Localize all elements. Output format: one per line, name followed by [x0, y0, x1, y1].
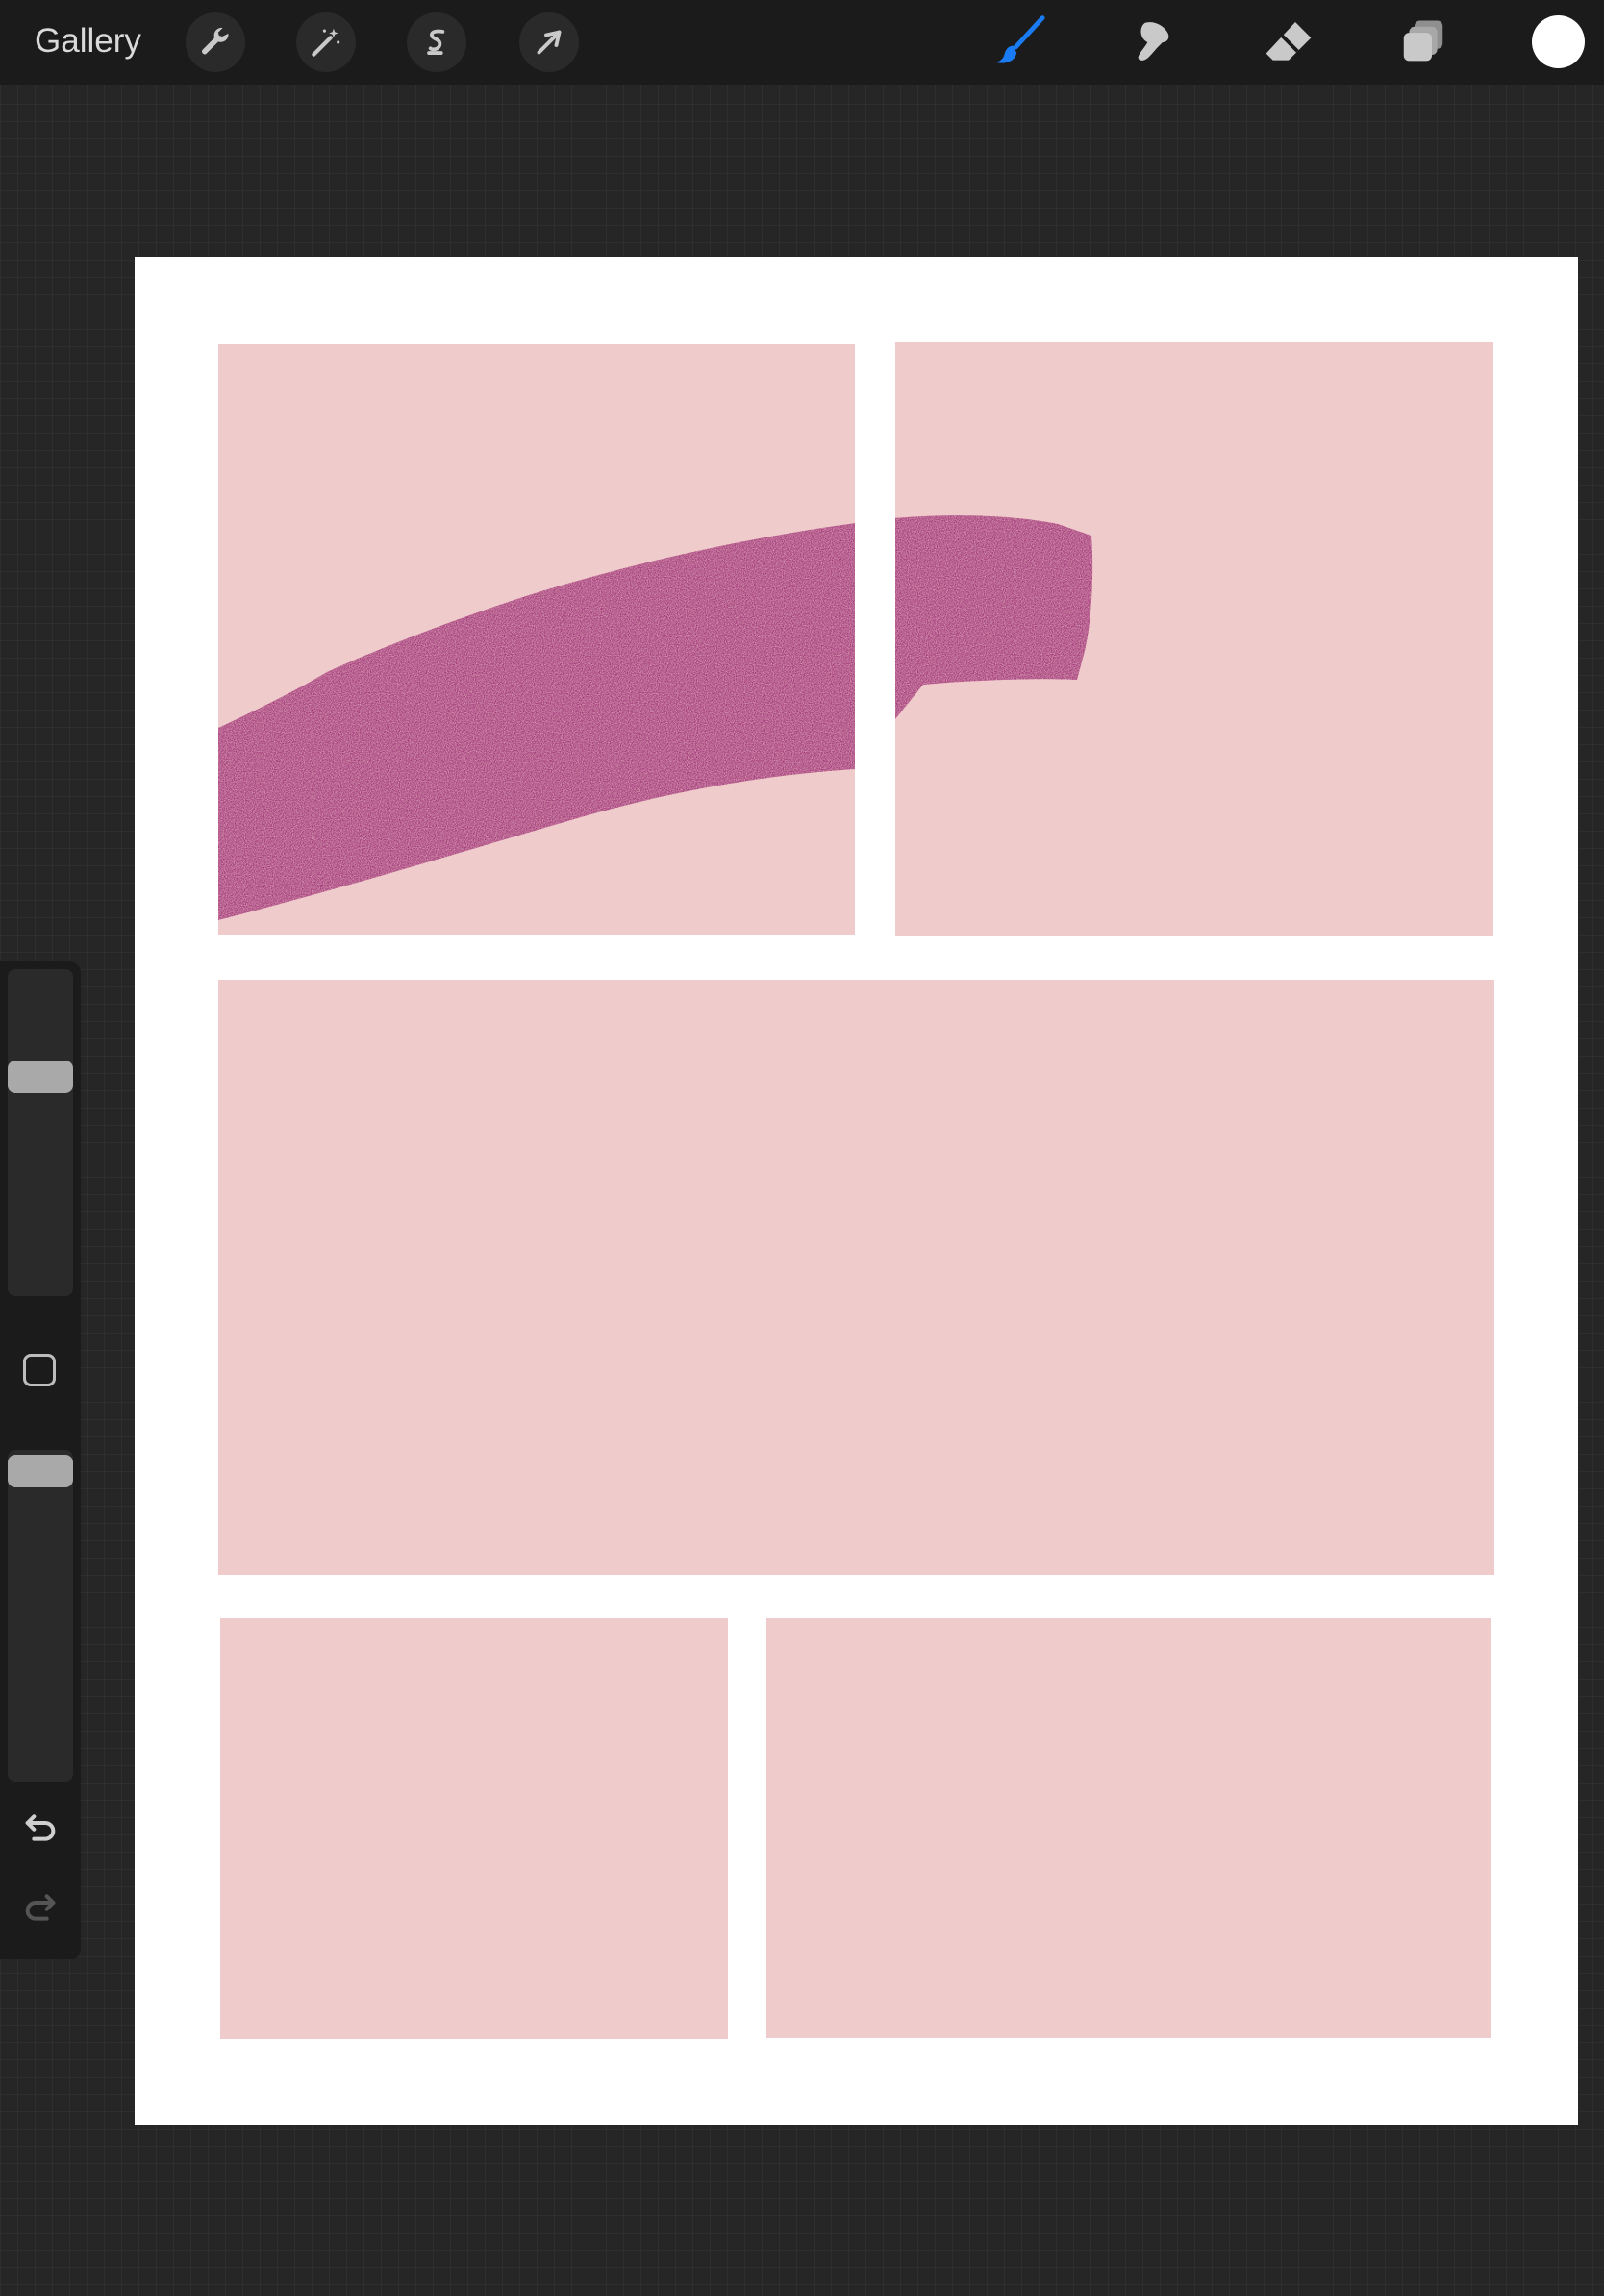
adjustments-button[interactable] — [296, 12, 356, 72]
arrow-cursor-icon — [537, 30, 562, 55]
smudge-button[interactable] — [1125, 13, 1183, 71]
selection-s-icon — [427, 29, 445, 55]
brush-size-thumb[interactable] — [8, 1061, 73, 1093]
comic-panel-top-right[interactable] — [895, 342, 1493, 936]
layers-icon — [1403, 20, 1443, 62]
wrench-icon — [202, 27, 229, 55]
comic-panel-middle[interactable] — [218, 980, 1494, 1575]
paint-brush-button[interactable] — [990, 13, 1048, 71]
brush-size-slider[interactable] — [8, 969, 73, 1296]
opacity-thumb[interactable] — [8, 1455, 73, 1487]
magic-wand-icon — [312, 28, 340, 57]
undo-arrow-icon — [25, 1814, 56, 1841]
top-toolbar: Gallery — [0, 0, 1604, 85]
drawing-canvas[interactable] — [135, 257, 1578, 2125]
smudge-finger-icon — [1138, 22, 1169, 61]
redo-button[interactable] — [17, 1884, 63, 1931]
comic-panel-top-left[interactable] — [218, 344, 855, 935]
transform-button[interactable] — [519, 12, 579, 72]
selection-button[interactable] — [407, 12, 466, 72]
layers-button[interactable] — [1394, 13, 1452, 71]
color-picker-button[interactable] — [1532, 15, 1585, 68]
undo-button[interactable] — [17, 1805, 63, 1851]
modify-button[interactable] — [23, 1354, 56, 1386]
comic-panel-bottom-right[interactable] — [766, 1618, 1491, 2038]
eraser-button[interactable] — [1260, 13, 1317, 71]
opacity-slider[interactable] — [8, 1450, 73, 1782]
gallery-button[interactable]: Gallery — [35, 19, 141, 63]
eraser-icon — [1266, 22, 1312, 61]
actions-button[interactable] — [186, 12, 245, 72]
left-sidebar — [0, 961, 81, 1959]
redo-arrow-icon — [25, 1894, 56, 1921]
comic-panel-bottom-left[interactable] — [220, 1618, 728, 2039]
brush-icon — [995, 15, 1045, 63]
